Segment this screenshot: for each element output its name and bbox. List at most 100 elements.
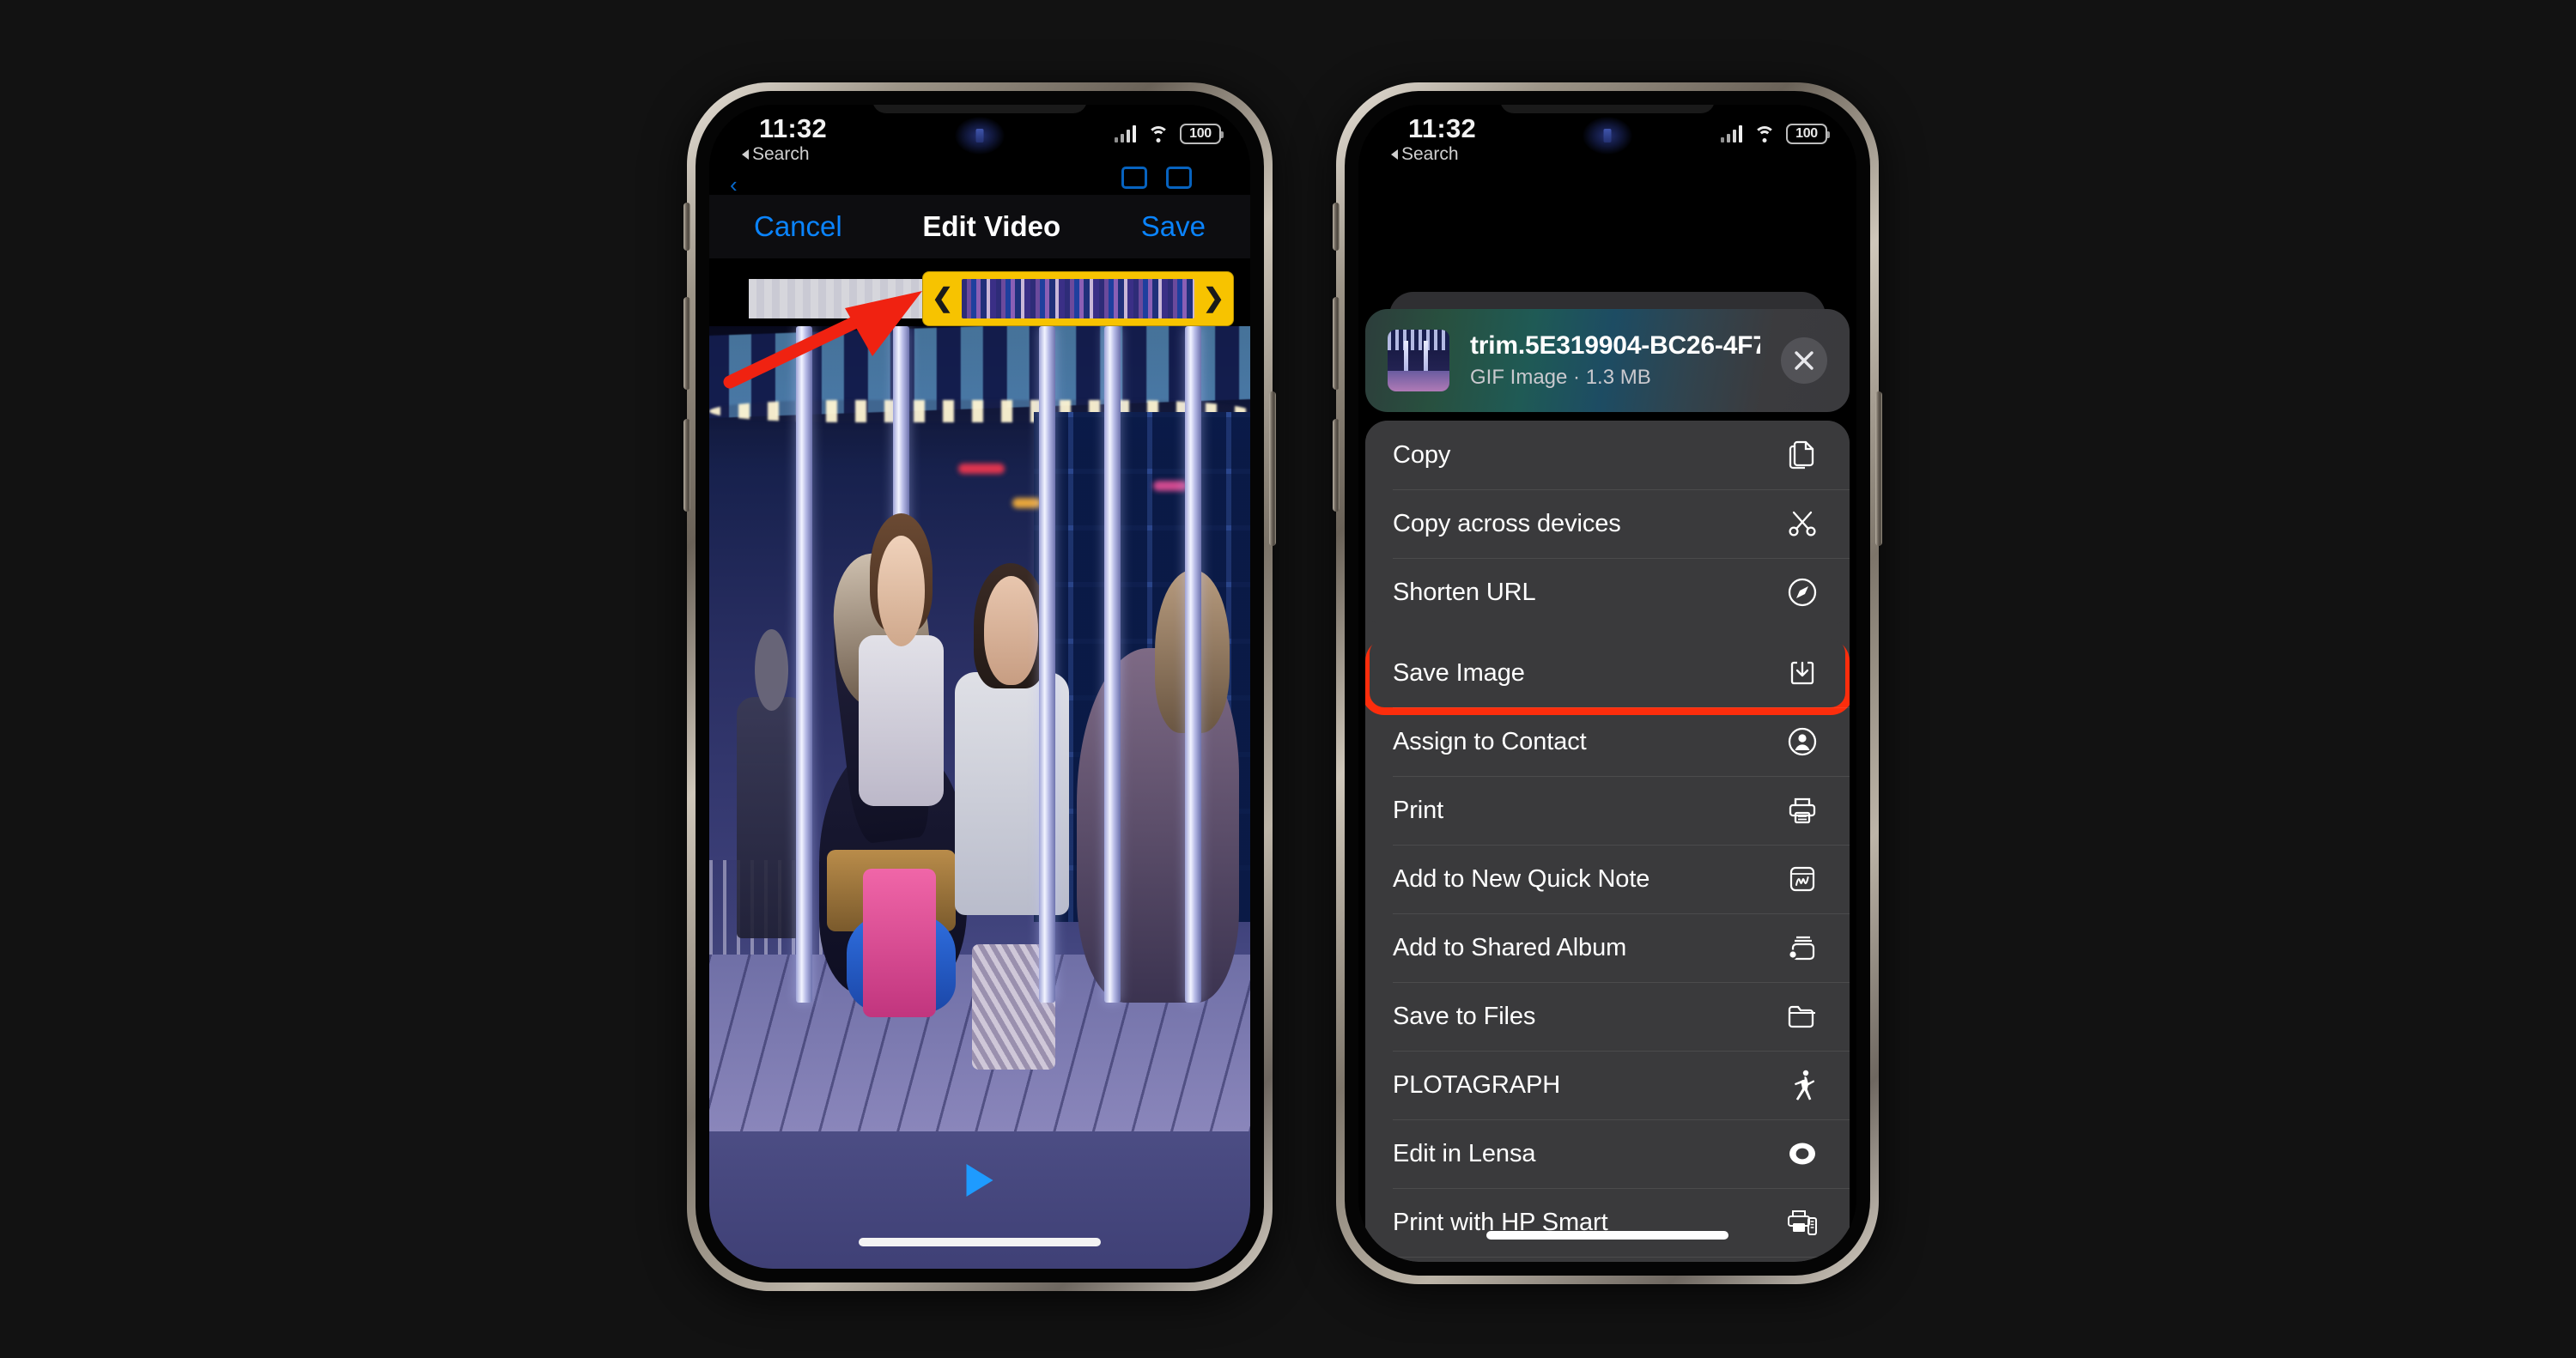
menu-item-label: Save Image bbox=[1393, 658, 1525, 687]
menu-item-plotagraph[interactable]: PLOTAGRAPH bbox=[1365, 1051, 1850, 1119]
close-button[interactable] bbox=[1781, 337, 1827, 384]
dynamic-island bbox=[872, 105, 1087, 113]
screenshot-stage: 11:32 Search 100 ‹ Cancel Edit Video Sav… bbox=[0, 0, 2576, 1358]
menu-item-label: PLOTAGRAPH bbox=[1393, 1070, 1561, 1099]
file-meta: GIF Image · 1.3 MB bbox=[1470, 366, 1651, 389]
share-actions-menu: Copy Copy across devices Shorten URL Sav… bbox=[1365, 421, 1850, 1262]
menu-item-label: Print bbox=[1393, 796, 1444, 824]
child-body bbox=[859, 635, 944, 806]
menu-item-shorten-url[interactable]: Shorten URL bbox=[1365, 558, 1850, 627]
file-info: trim.5E319904-BC26-4F7F-88B... GIF Image… bbox=[1470, 331, 1760, 390]
scissors-icon bbox=[1783, 504, 1822, 543]
plotagraph-dancer-icon bbox=[1783, 1065, 1822, 1105]
action-group-1: Copy Copy across devices Shorten URL bbox=[1365, 421, 1850, 627]
carousel-pole-5 bbox=[1185, 326, 1202, 1003]
lensa-ring-icon bbox=[1783, 1134, 1822, 1173]
child-legs bbox=[862, 869, 937, 1017]
menu-item-label: Add to Shared Album bbox=[1393, 933, 1627, 961]
menu-item-assign-to-contact[interactable]: Assign to Contact bbox=[1365, 707, 1850, 776]
shared-album-icon bbox=[1783, 928, 1822, 967]
hp-smart-printer-icon bbox=[1783, 1203, 1822, 1242]
menu-item-label: Edit in Lensa bbox=[1393, 1139, 1536, 1167]
silent-switch-button-right[interactable] bbox=[1333, 203, 1340, 251]
child-head bbox=[877, 535, 926, 647]
carousel-horse-right bbox=[1077, 570, 1240, 1003]
power-button[interactable] bbox=[1269, 391, 1276, 546]
status-time: 11:32 bbox=[759, 113, 828, 143]
menu-item-save-to-files[interactable]: Save to Files bbox=[1365, 982, 1850, 1051]
menu-item-edit-in-lensa[interactable]: Edit in Lensa bbox=[1365, 1119, 1850, 1188]
child-rider bbox=[855, 513, 947, 1017]
back-to-search-link-right[interactable]: Search bbox=[1391, 144, 1459, 165]
silent-switch-button[interactable] bbox=[683, 203, 690, 251]
back-label-right: Search bbox=[1401, 144, 1459, 164]
battery-icon: 100 bbox=[1180, 124, 1224, 144]
menu-item-edit-with-prisma[interactable]: Edit with Prisma bbox=[1365, 1257, 1850, 1262]
battery-icon-right: 100 bbox=[1786, 124, 1830, 144]
menu-item-copy[interactable]: Copy bbox=[1365, 421, 1850, 489]
share-sheet-header: trim.5E319904-BC26-4F7F-88B... GIF Image… bbox=[1365, 309, 1850, 412]
camera-indicator-glow bbox=[955, 117, 1005, 155]
person-circle-icon bbox=[1783, 722, 1822, 761]
battery-level: 100 bbox=[1189, 126, 1212, 141]
carousel-pole-3 bbox=[1039, 326, 1056, 1003]
share-sheet-screen: 11:32 Search 100 trim.5E319904-BC26-4F7 … bbox=[1358, 105, 1856, 1262]
menu-item-copy-across-devices[interactable]: Copy across devices bbox=[1365, 489, 1850, 558]
wifi-icon bbox=[1147, 125, 1169, 142]
status-indicators: 100 bbox=[1115, 124, 1224, 144]
battery-level-right: 100 bbox=[1795, 126, 1818, 141]
volume-up-button-right[interactable] bbox=[1333, 297, 1340, 390]
neon-sign-red bbox=[957, 464, 1005, 474]
menu-item-label: Assign to Contact bbox=[1393, 727, 1587, 755]
right-phone-screen: 11:32 Search 100 trim.5E319904-BC26-4F7 … bbox=[1358, 105, 1856, 1262]
menu-item-save-image[interactable]: Save Image bbox=[1365, 639, 1850, 715]
safari-compass-icon bbox=[1783, 573, 1822, 612]
cellular-signal-icon bbox=[1115, 125, 1136, 142]
menu-item-label: Add to New Quick Note bbox=[1393, 864, 1650, 893]
copy-documents-icon bbox=[1783, 435, 1822, 475]
menu-item-label: Copy across devices bbox=[1393, 509, 1621, 537]
back-triangle-icon-right bbox=[1391, 149, 1398, 160]
volume-down-button[interactable] bbox=[683, 419, 690, 512]
right-status-bar: 11:32 Search 100 bbox=[1358, 105, 1856, 172]
trim-filmstrip bbox=[962, 279, 1194, 318]
chevron-right-handle[interactable]: ❯ bbox=[1203, 286, 1224, 312]
red-arrow-pointing-up-right bbox=[723, 291, 922, 389]
adult-head bbox=[983, 575, 1039, 685]
volume-down-button-right[interactable] bbox=[1333, 419, 1340, 512]
save-download-icon bbox=[1783, 653, 1822, 693]
menu-item-print-with-hp-smart[interactable]: Print with HP Smart bbox=[1365, 1188, 1850, 1257]
folder-icon bbox=[1783, 997, 1822, 1036]
carousel-photo-thumbnail bbox=[1388, 330, 1449, 391]
status-time-right: 11:32 bbox=[1408, 113, 1477, 143]
quick-note-icon bbox=[1783, 859, 1822, 899]
wifi-icon-right bbox=[1753, 125, 1775, 142]
left-phone-bezel: 11:32 Search 100 ‹ Cancel Edit Video Sav… bbox=[696, 91, 1264, 1282]
cellular-signal-icon-right bbox=[1721, 125, 1742, 142]
menu-item-label: Shorten URL bbox=[1393, 578, 1536, 606]
action-group-2: Save Image Assign to Contact Print Add t… bbox=[1365, 639, 1850, 1262]
left-phone-screen: 11:32 Search 100 ‹ Cancel Edit Video Sav… bbox=[709, 105, 1250, 1269]
video-preview[interactable] bbox=[709, 326, 1250, 1131]
neon-sign-pink bbox=[1152, 481, 1188, 491]
carousel-pole-4 bbox=[1103, 326, 1121, 1003]
status-indicators-right: 100 bbox=[1721, 124, 1830, 144]
cancel-button[interactable]: Cancel bbox=[754, 210, 842, 243]
power-button-right[interactable] bbox=[1875, 391, 1882, 546]
menu-item-print[interactable]: Print bbox=[1365, 776, 1850, 845]
neon-sign-amber bbox=[1012, 498, 1042, 508]
printer-icon bbox=[1783, 791, 1822, 830]
save-button[interactable]: Save bbox=[1141, 210, 1206, 243]
trim-selection[interactable]: ❮ ❯ bbox=[923, 272, 1233, 325]
menu-item-add-to-shared-album[interactable]: Add to Shared Album bbox=[1365, 913, 1850, 982]
menu-item-label: Save to Files bbox=[1393, 1002, 1536, 1030]
home-indicator[interactable] bbox=[859, 1238, 1101, 1246]
volume-up-button[interactable] bbox=[683, 297, 690, 390]
camera-indicator-glow-right bbox=[1583, 117, 1632, 155]
home-indicator-right[interactable] bbox=[1486, 1231, 1728, 1240]
right-phone-device: 11:32 Search 100 trim.5E319904-BC26-4F7 … bbox=[1333, 82, 1882, 1284]
menu-item-add-to-new-quick-note[interactable]: Add to New Quick Note bbox=[1365, 845, 1850, 913]
play-triangle-icon[interactable] bbox=[966, 1164, 993, 1197]
close-x-icon bbox=[1795, 351, 1814, 370]
left-phone-device: 11:32 Search 100 ‹ Cancel Edit Video Sav… bbox=[683, 82, 1276, 1291]
